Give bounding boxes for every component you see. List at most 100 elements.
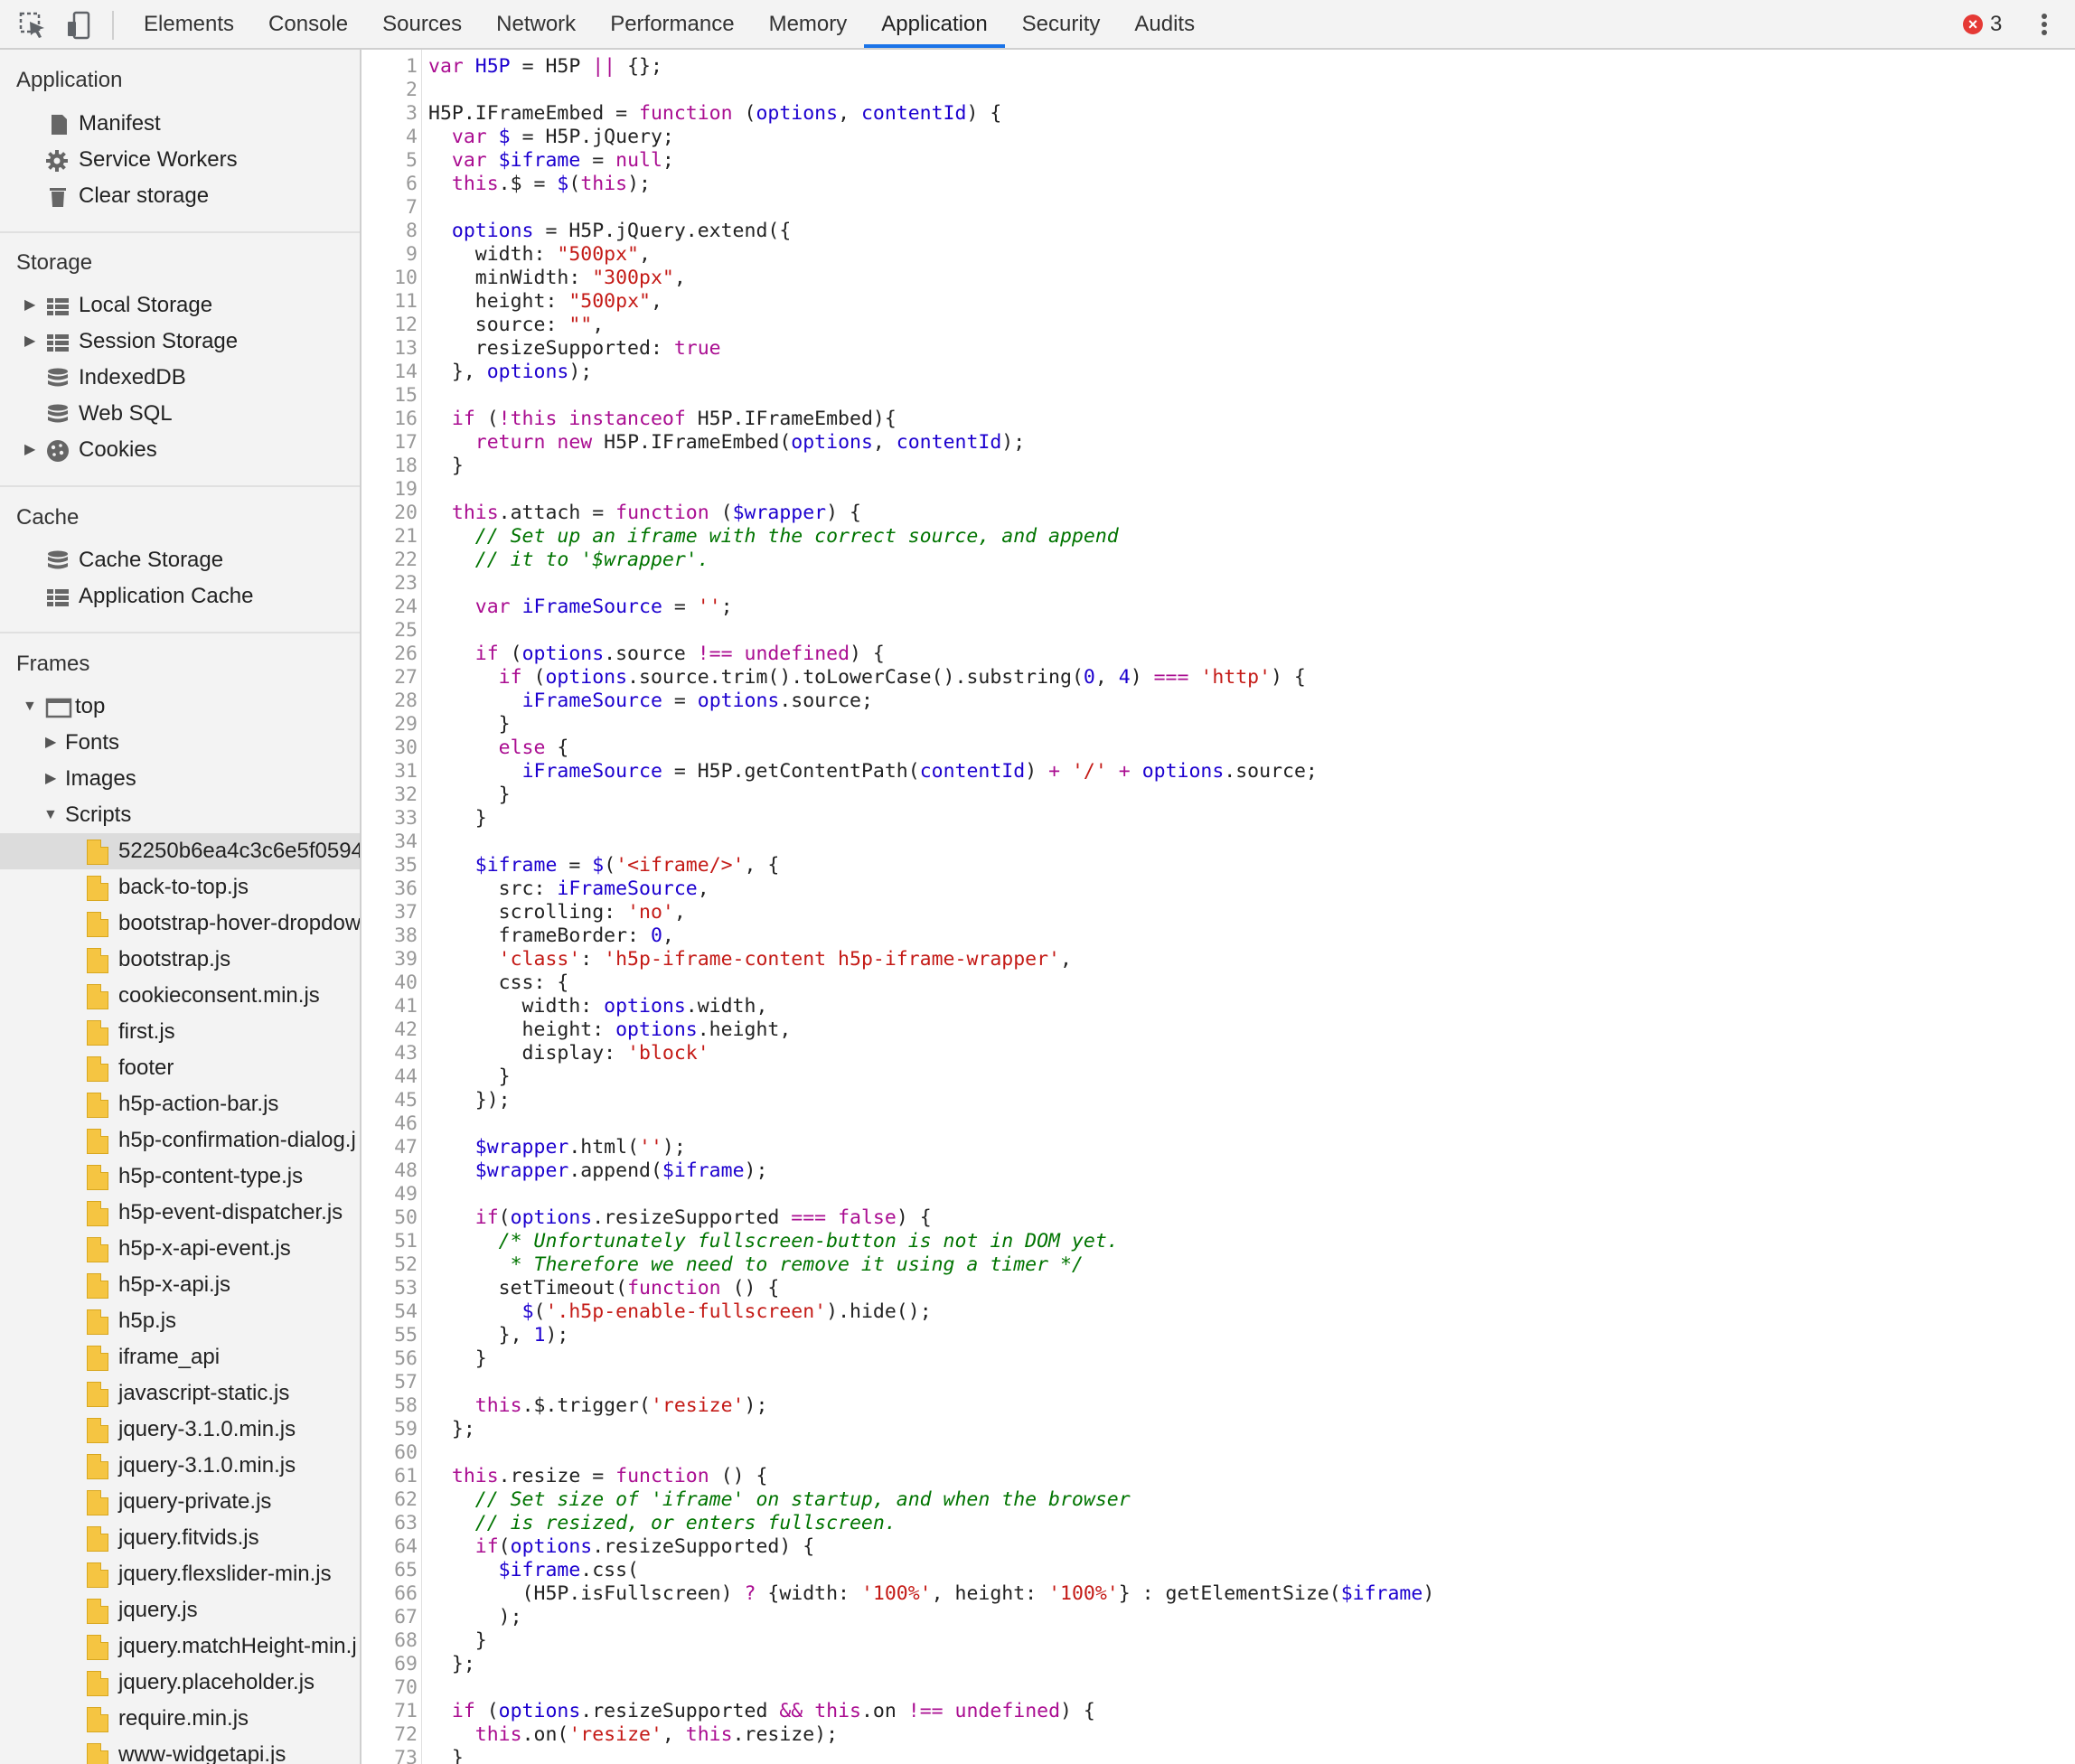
- line-number[interactable]: 29: [363, 713, 418, 737]
- more-options-icon[interactable]: [2035, 11, 2053, 40]
- line-number[interactable]: 6: [363, 173, 418, 196]
- line-number[interactable]: 7: [363, 196, 418, 220]
- line-number[interactable]: 61: [363, 1465, 418, 1488]
- line-number[interactable]: 71: [363, 1700, 418, 1723]
- script-file-item[interactable]: bootstrap-hover-dropdow: [0, 905, 360, 942]
- tab-security[interactable]: Security: [1005, 0, 1118, 48]
- inspect-element-icon[interactable]: [16, 9, 49, 42]
- script-file-item[interactable]: first.js: [0, 1014, 360, 1050]
- line-number[interactable]: 22: [363, 549, 418, 572]
- line-number[interactable]: 55: [363, 1324, 418, 1347]
- line-number[interactable]: 65: [363, 1559, 418, 1582]
- script-file-item[interactable]: h5p-x-api-event.js: [0, 1231, 360, 1267]
- line-number[interactable]: 68: [363, 1629, 418, 1653]
- script-file-item[interactable]: jquery.js: [0, 1592, 360, 1628]
- line-number[interactable]: 45: [363, 1089, 418, 1112]
- line-number[interactable]: 4: [363, 126, 418, 149]
- script-file-item[interactable]: footer: [0, 1050, 360, 1086]
- line-number[interactable]: 23: [363, 572, 418, 596]
- line-number[interactable]: 9: [363, 243, 418, 267]
- line-number[interactable]: 38: [363, 924, 418, 948]
- line-number[interactable]: 16: [363, 408, 418, 431]
- line-number[interactable]: 2: [363, 79, 418, 102]
- line-number[interactable]: 5: [363, 149, 418, 173]
- line-number[interactable]: 24: [363, 596, 418, 619]
- sidebar-item-manifest[interactable]: Manifest: [0, 106, 360, 142]
- line-number[interactable]: 72: [363, 1723, 418, 1747]
- sidebar-item-session-storage[interactable]: ▶ Session Storage: [0, 324, 360, 360]
- script-file-item[interactable]: jquery.placeholder.js: [0, 1665, 360, 1701]
- line-number[interactable]: 52: [363, 1253, 418, 1277]
- line-number[interactable]: 47: [363, 1136, 418, 1159]
- line-number[interactable]: 27: [363, 666, 418, 690]
- line-number[interactable]: 69: [363, 1653, 418, 1676]
- tab-performance[interactable]: Performance: [593, 0, 751, 48]
- line-number[interactable]: 37: [363, 901, 418, 924]
- line-number[interactable]: 36: [363, 877, 418, 901]
- line-number[interactable]: 3: [363, 102, 418, 126]
- line-number[interactable]: 57: [363, 1371, 418, 1394]
- line-number[interactable]: 66: [363, 1582, 418, 1606]
- expand-arrow-icon[interactable]: ▶: [45, 761, 56, 797]
- tab-console[interactable]: Console: [251, 0, 365, 48]
- script-file-item[interactable]: h5p-confirmation-dialog.j: [0, 1122, 360, 1159]
- tab-network[interactable]: Network: [479, 0, 593, 48]
- line-number[interactable]: 70: [363, 1676, 418, 1700]
- script-file-item[interactable]: 52250b6ea4c3c6e5f0594: [0, 833, 360, 869]
- script-file-item[interactable]: jquery.matchHeight-min.j: [0, 1628, 360, 1665]
- script-file-item[interactable]: iframe_api: [0, 1339, 360, 1375]
- line-number[interactable]: 39: [363, 948, 418, 971]
- expand-arrow-icon[interactable]: ▶: [24, 287, 35, 324]
- line-number[interactable]: 18: [363, 455, 418, 478]
- line-number[interactable]: 46: [363, 1112, 418, 1136]
- collapse-arrow-icon[interactable]: ▼: [23, 689, 37, 725]
- script-file-item[interactable]: h5p-event-dispatcher.js: [0, 1195, 360, 1231]
- script-file-item[interactable]: jquery-private.js: [0, 1484, 360, 1520]
- line-number[interactable]: 1: [363, 55, 418, 79]
- sidebar-item-application-cache[interactable]: Application Cache: [0, 578, 360, 615]
- line-number[interactable]: 33: [363, 807, 418, 830]
- script-file-item[interactable]: cookieconsent.min.js: [0, 978, 360, 1014]
- line-number[interactable]: 25: [363, 619, 418, 643]
- line-number[interactable]: 43: [363, 1042, 418, 1065]
- line-number[interactable]: 26: [363, 643, 418, 666]
- line-number[interactable]: 14: [363, 361, 418, 384]
- line-number[interactable]: 51: [363, 1230, 418, 1253]
- line-number[interactable]: 8: [363, 220, 418, 243]
- line-number[interactable]: 21: [363, 525, 418, 549]
- line-number[interactable]: 31: [363, 760, 418, 783]
- line-number[interactable]: 42: [363, 1018, 418, 1042]
- sidebar-item-clear-storage[interactable]: Clear storage: [0, 178, 360, 214]
- sidebar-item-web-sql[interactable]: Web SQL: [0, 396, 360, 432]
- expand-arrow-icon[interactable]: ▶: [24, 324, 35, 360]
- script-file-item[interactable]: javascript-static.js: [0, 1375, 360, 1412]
- line-number[interactable]: 12: [363, 314, 418, 337]
- line-number[interactable]: 40: [363, 971, 418, 995]
- line-number[interactable]: 44: [363, 1065, 418, 1089]
- line-number[interactable]: 67: [363, 1606, 418, 1629]
- script-file-item[interactable]: bootstrap.js: [0, 942, 360, 978]
- line-number[interactable]: 59: [363, 1418, 418, 1441]
- sidebar-item-indexeddb[interactable]: IndexedDB: [0, 360, 360, 396]
- line-number[interactable]: 54: [363, 1300, 418, 1324]
- line-number[interactable]: 34: [363, 830, 418, 854]
- line-number[interactable]: 20: [363, 502, 418, 525]
- expand-arrow-icon[interactable]: ▶: [45, 725, 56, 761]
- script-file-item[interactable]: www-widgetapi.js: [0, 1737, 360, 1764]
- tab-sources[interactable]: Sources: [365, 0, 479, 48]
- source-code-viewer[interactable]: 1 var H5P = H5P || {}; 2 3 H5P.IFrameEmbed =…: [363, 50, 2075, 1764]
- line-number[interactable]: 50: [363, 1206, 418, 1230]
- line-number[interactable]: 10: [363, 267, 418, 290]
- collapse-arrow-icon[interactable]: ▼: [43, 797, 58, 833]
- line-number[interactable]: 41: [363, 995, 418, 1018]
- script-file-item[interactable]: back-to-top.js: [0, 869, 360, 905]
- line-number[interactable]: 32: [363, 783, 418, 807]
- line-number[interactable]: 73: [363, 1747, 418, 1764]
- script-file-item[interactable]: h5p.js: [0, 1303, 360, 1339]
- line-number[interactable]: 62: [363, 1488, 418, 1512]
- sidebar-item-cookies[interactable]: ▶ Cookies: [0, 432, 360, 468]
- line-number[interactable]: 13: [363, 337, 418, 361]
- tab-audits[interactable]: Audits: [1117, 0, 1212, 48]
- tab-application[interactable]: Application: [864, 0, 1005, 48]
- line-number[interactable]: 19: [363, 478, 418, 502]
